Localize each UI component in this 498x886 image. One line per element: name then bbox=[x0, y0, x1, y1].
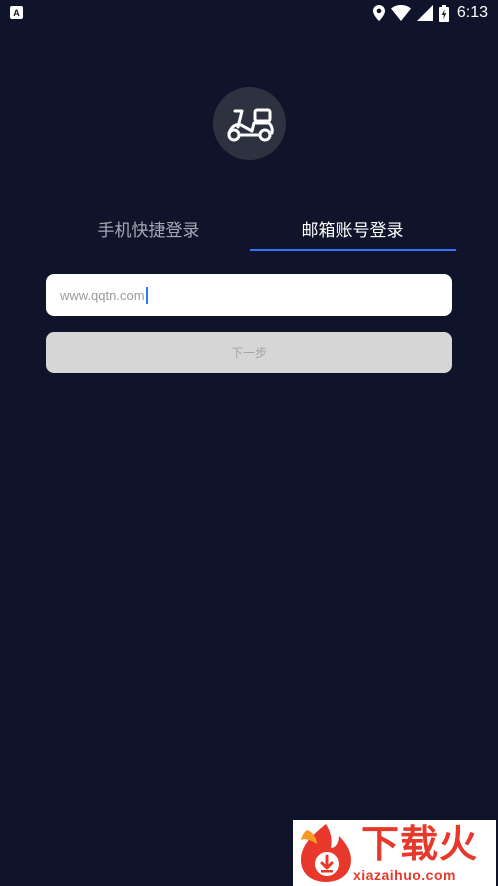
scooter-icon bbox=[227, 108, 274, 141]
watermark-url: xiazaihuo.com bbox=[353, 867, 456, 883]
signal-icon bbox=[416, 5, 433, 21]
status-bar: A 6:13 bbox=[0, 0, 498, 26]
text-caret bbox=[145, 286, 148, 304]
app-logo bbox=[213, 87, 286, 160]
status-time: 6:13 bbox=[456, 4, 488, 21]
watermark: 下载火 xiazaihuo.com bbox=[293, 820, 496, 886]
email-input-value: www.qqtn.com bbox=[60, 287, 145, 303]
tab-phone-login[interactable]: 手机快捷登录 bbox=[46, 205, 251, 252]
status-icons: 6:13 bbox=[372, 3, 488, 23]
next-button[interactable]: 下一步 bbox=[46, 332, 452, 373]
email-input[interactable]: www.qqtn.com bbox=[46, 274, 452, 316]
watermark-title: 下载火 bbox=[361, 822, 479, 866]
login-tabs: 手机快捷登录 邮箱账号登录 bbox=[46, 205, 456, 252]
active-tab-indicator bbox=[250, 249, 456, 251]
tab-email-login[interactable]: 邮箱账号登录 bbox=[250, 205, 455, 252]
notification-icon: A bbox=[10, 6, 23, 19]
location-icon bbox=[372, 5, 385, 21]
flame-logo-icon bbox=[301, 824, 351, 882]
battery-icon bbox=[438, 4, 449, 22]
wifi-icon bbox=[390, 5, 411, 21]
